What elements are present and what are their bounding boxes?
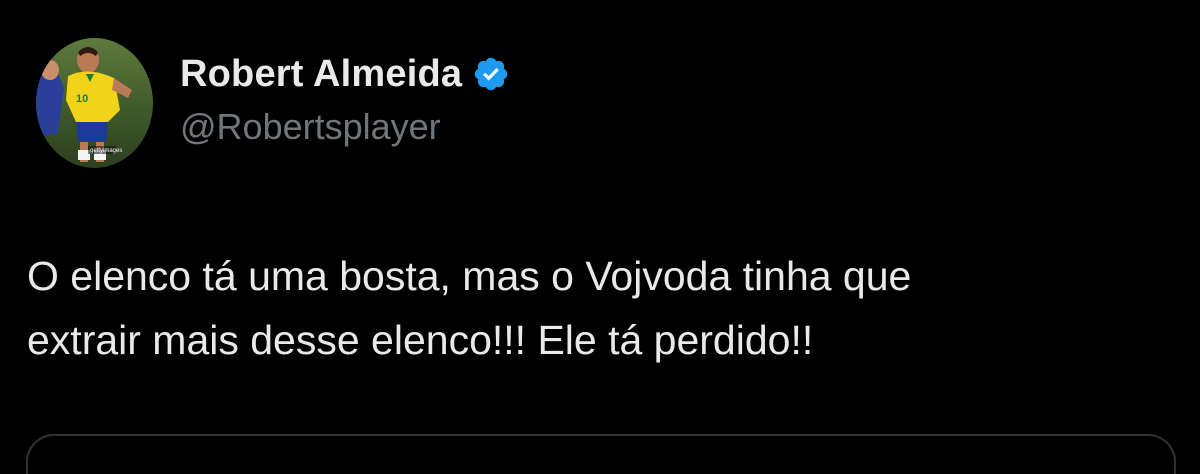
svg-text:10: 10	[76, 93, 88, 105]
avatar[interactable]: 10 gettyimages	[36, 38, 153, 168]
author-handle[interactable]: @Robertsplayer	[180, 106, 510, 148]
author-info: Robert Almeida @Robertsplayer	[180, 50, 510, 148]
author-display-name[interactable]: Robert Almeida	[180, 53, 462, 96]
author-name-row: Robert Almeida	[180, 50, 510, 98]
quoted-card-edge[interactable]	[26, 434, 1176, 474]
verified-badge-icon[interactable]	[472, 55, 510, 93]
tweet-text-line: extrair mais desse elenco!!! Ele tá perd…	[27, 317, 814, 363]
tweet-text-line: O elenco tá uma bosta, mas o Vojvoda tin…	[27, 253, 912, 299]
tweet: 10 gettyimages Robert Almeida @Robertspl…	[0, 0, 1200, 474]
avatar-watermark: gettyimages	[90, 148, 122, 154]
tweet-text: O elenco tá uma bosta, mas o Vojvoda tin…	[27, 244, 1177, 372]
avatar-photo: 10 gettyimages	[36, 38, 153, 168]
